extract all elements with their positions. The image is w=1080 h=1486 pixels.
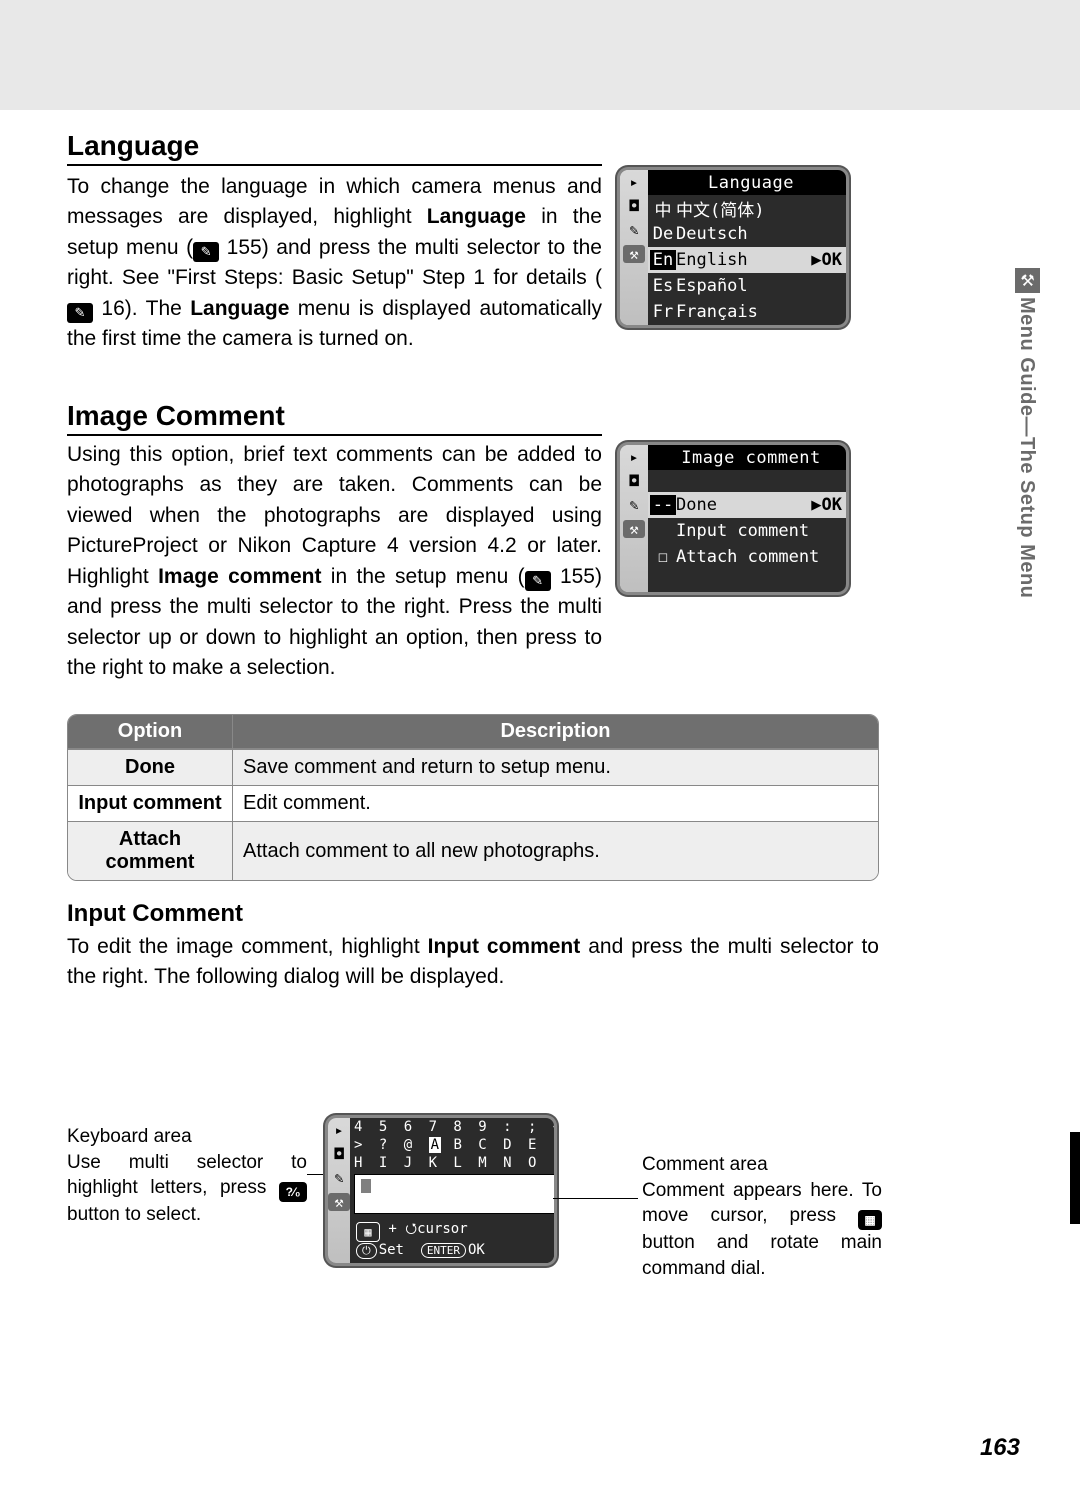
thumbnail-button-icon: ?⁄₀ — [279, 1182, 307, 1202]
play-icon: ▸ — [629, 173, 638, 191]
pencil-icon: ✎ — [334, 1169, 343, 1187]
paragraph-input-comment: To edit the image comment, highlight Inp… — [67, 932, 879, 993]
lang-item-selected[interactable]: EnEnglish▶OK — [648, 247, 846, 273]
lcd-keyboard: ▸ ◘ ✎ ⚒ 4 5 6 7 8 9 : ; < = > ? @ A B C … — [328, 1118, 554, 1263]
keyboard-row[interactable]: 4 5 6 7 8 9 : ; < = — [350, 1118, 554, 1136]
wrench-icon: ⚒ — [623, 520, 645, 538]
list-item — [648, 570, 846, 592]
heading-language: Language — [67, 130, 602, 166]
lcd-sidebar: ▸ ◘ ✎ ⚒ — [620, 445, 648, 592]
book-ref-icon: ✎ — [525, 571, 551, 591]
heading-input-comment: Input Comment — [67, 900, 879, 928]
play-icon: ▸ — [334, 1121, 343, 1139]
ic-item[interactable]: Input comment — [648, 518, 846, 544]
wrench-icon: ⚒ — [623, 245, 645, 263]
comment-textbox[interactable] — [354, 1174, 554, 1214]
lang-item[interactable]: EsEspañol — [648, 273, 846, 299]
lcd-sidebar: ▸ ◘ ✎ ⚒ — [328, 1118, 350, 1263]
wrench-icon: ⚒ — [328, 1193, 350, 1211]
camera-icon: ◘ — [334, 1145, 343, 1163]
thumbnail-button-icon: ▦ — [858, 1210, 882, 1230]
enter-button-icon: ENTER — [421, 1243, 466, 1258]
paragraph-language: To change the language in which camera m… — [67, 172, 602, 355]
table-row: Attach comment Attach comment to all new… — [68, 821, 878, 880]
set-button-icon: ⏻ — [356, 1243, 377, 1259]
thumb-tab — [1070, 1132, 1080, 1224]
book-ref-icon: ✎ — [67, 303, 93, 323]
leader-line — [553, 1198, 638, 1199]
side-tab-label: Menu Guide—The Setup Menu — [1015, 297, 1038, 598]
play-icon: ▸ — [629, 448, 638, 466]
comment-area-note: Comment area Comment appears here. To mo… — [642, 1152, 882, 1282]
pencil-icon: ✎ — [629, 221, 638, 239]
wrench-icon: ⚒ — [1015, 268, 1040, 293]
keyboard-note: Keyboard area Use multi selector to high… — [67, 1124, 307, 1228]
lcd-title: Image comment — [648, 445, 846, 470]
dial-icon: ⭯ — [405, 1221, 417, 1237]
camera-icon: ◘ — [629, 472, 638, 490]
keyboard-row[interactable]: H I J K L M N O P Q — [350, 1154, 554, 1172]
table-head-option: Option — [68, 715, 233, 749]
table-head-desc: Description — [233, 715, 878, 749]
lang-item[interactable]: FrFrançais — [648, 299, 846, 325]
ok-indicator: ▶OK — [807, 250, 846, 270]
text-caret — [361, 1179, 371, 1193]
thumbnail-button-icon: ▦ — [356, 1222, 380, 1242]
page-number: 163 — [980, 1434, 1020, 1462]
list-item — [648, 470, 846, 492]
lang-item[interactable]: DeDeutsch — [648, 221, 846, 247]
paragraph-image-comment-a: Using this option, brief text comments c… — [67, 440, 602, 684]
ic-item-selected[interactable]: --Done▶OK — [648, 492, 846, 518]
book-ref-icon: ✎ — [193, 242, 219, 262]
lcd-footer: ▦ + ⭯cursor ⏻Set ENTEROK — [350, 1216, 554, 1263]
ok-indicator: ▶OK — [807, 495, 846, 515]
ic-item[interactable]: ☐Attach comment — [648, 544, 846, 570]
keyboard-row[interactable]: > ? @ A B C D E F G — [350, 1136, 554, 1154]
pencil-icon: ✎ — [629, 496, 638, 514]
table-row: Input comment Edit comment. — [68, 785, 878, 821]
lang-item[interactable]: 中中文(简体) — [648, 195, 846, 221]
heading-image-comment: Image Comment — [67, 400, 602, 436]
table-row: Done Save comment and return to setup me… — [68, 749, 878, 785]
lcd-sidebar: ▸ ◘ ✎ ⚒ — [620, 170, 648, 325]
lcd-title: Language — [648, 170, 846, 195]
lcd-language: ▸ ◘ ✎ ⚒ Language 中中文(简体) DeDeutsch EnEng… — [620, 170, 846, 325]
lcd-image-comment: ▸ ◘ ✎ ⚒ Image comment --Done▶OK Input co… — [620, 445, 846, 592]
side-tab: ⚒ Menu Guide—The Setup Menu — [1015, 268, 1040, 788]
camera-icon: ◘ — [629, 197, 638, 215]
option-table: Option Description Done Save comment and… — [67, 714, 879, 881]
